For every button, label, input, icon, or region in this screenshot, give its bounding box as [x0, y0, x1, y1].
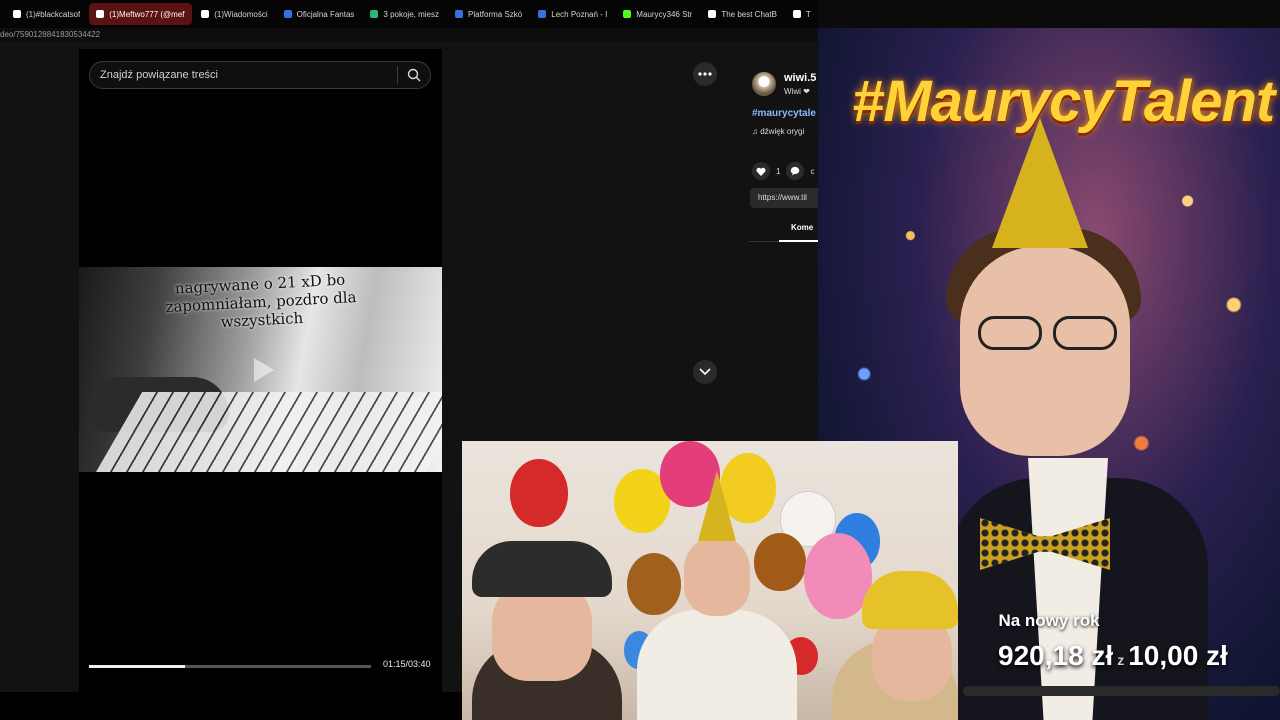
browser-tab[interactable]: 3 pokoje, miesz — [363, 3, 446, 25]
browser-tab-label: The best ChatB — [721, 9, 777, 19]
engagement-row: 1 c — [752, 162, 814, 180]
browser-tab-bar: (1)#blackcatsof (1)Meftwo777 (@meftwo7 (1)… — [0, 0, 818, 28]
donation-goal-bar — [963, 686, 1280, 696]
otodom-icon — [370, 10, 379, 18]
browser-tab[interactable]: T — [786, 3, 818, 25]
video-player[interactable]: Znajdź powiązane treści nagrywane o 21 x… — [79, 49, 442, 692]
chatgpt-icon — [708, 10, 717, 18]
tiktok-icon — [201, 10, 210, 18]
person-center-head — [684, 536, 750, 616]
browser-tab-label: Platforma Szkó — [468, 9, 523, 19]
tiktok-icon — [96, 10, 105, 18]
video-progress-bar[interactable] — [89, 665, 371, 668]
browser-tab-label: (1)Wiadomości — [214, 9, 268, 19]
kick-icon — [623, 10, 632, 18]
tab-underline — [749, 240, 818, 242]
glasses-left — [978, 316, 1042, 350]
tiktok-icon — [792, 10, 801, 18]
sound-label[interactable]: ♫ dźwięk orygi — [752, 127, 804, 136]
browser-tab[interactable]: Lech Poznań - I — [531, 3, 614, 25]
heart-icon — [756, 167, 766, 176]
video-piano-keys — [95, 392, 442, 472]
donation-current: 920,18 zł — [998, 640, 1114, 671]
video-caption: nagrywane o 21 xD bo zapomniałam, pozdro… — [165, 270, 357, 332]
comment-icon — [791, 166, 800, 176]
browser-tab-label: Maurycy346 Str — [636, 9, 693, 19]
balloon-brown-2 — [754, 533, 806, 591]
browser-tab-label: Oficjalna Fantas — [296, 9, 355, 19]
site-icon — [283, 10, 292, 18]
browser-tab[interactable]: Platforma Szkó — [448, 3, 529, 25]
more-dots-icon — [698, 72, 712, 76]
donation-goal: 10,00 zł — [1128, 640, 1228, 671]
fedora-hat — [472, 541, 612, 597]
site-icon — [455, 10, 463, 18]
browser-tab-label: T — [805, 9, 811, 19]
browser-tab-label: 3 pokoje, miesz — [383, 9, 439, 19]
balloon-red — [510, 459, 568, 527]
tab-active-indicator — [779, 240, 818, 242]
browser-tab[interactable]: (1)Meftwo777 (@meftwo7 — [89, 3, 193, 25]
next-video-button[interactable] — [693, 360, 717, 384]
url-fragment[interactable]: deo/7590128841830534422 — [0, 28, 818, 42]
balloon-brown — [627, 553, 681, 615]
browser-tab-label: (1)Meftwo777 (@meftwo7 — [109, 9, 185, 19]
author-nickname: Wiwi ❤ — [784, 87, 810, 96]
browser-tab[interactable]: The best ChatB — [701, 3, 784, 25]
more-options-button[interactable] — [693, 62, 717, 86]
glasses-right — [1053, 316, 1117, 350]
gold-hat — [862, 571, 958, 629]
tab-comments[interactable]: Kome — [791, 223, 813, 232]
share-link-field[interactable]: https://www.til — [750, 188, 818, 208]
video-frame[interactable]: nagrywane o 21 xD bo zapomniałam, pozdro… — [79, 267, 442, 472]
video-info-panel: wiwi.5 Wiwi ❤ #maurycytale ♫ dźwięk oryg… — [742, 58, 818, 258]
like-count: 1 — [776, 166, 781, 176]
donation-goal-values: 920,18 zł z 10,00 zł — [998, 640, 1228, 672]
browser-tab-label: (1)#blackcatsof — [26, 9, 81, 19]
avatar[interactable] — [752, 72, 776, 96]
author-username[interactable]: wiwi.5 — [784, 72, 816, 84]
browser-tab[interactable]: (1)Wiadomości — [194, 3, 274, 25]
party-camera — [462, 441, 958, 720]
party-hat — [992, 118, 1088, 248]
video-time: 01:15/03:40 — [383, 659, 431, 669]
play-icon[interactable] — [244, 352, 280, 388]
comment-count: c — [810, 166, 815, 176]
chevron-down-icon — [699, 368, 711, 376]
comment-button[interactable] — [786, 162, 805, 180]
donation-separator: z — [1117, 652, 1125, 668]
streamer-face — [960, 246, 1130, 456]
search-icon[interactable] — [398, 61, 430, 89]
like-button[interactable] — [752, 162, 770, 180]
browser-tab[interactable]: Oficjalna Fantas — [277, 3, 362, 25]
video-progress-fill — [89, 665, 185, 668]
browser-tab[interactable]: Maurycy346 Str — [616, 3, 699, 25]
center-party-hat — [698, 471, 736, 541]
site-icon — [538, 10, 547, 18]
search-input[interactable]: Znajdź powiązane treści — [90, 69, 397, 81]
browser-tab-label: Lech Poznań - I — [551, 9, 608, 19]
person-center-body — [637, 610, 797, 720]
browser-tab[interactable]: (1)#blackcatsof — [6, 3, 87, 25]
video-hashtag[interactable]: #maurycytale — [752, 108, 816, 119]
tiktok-icon — [13, 10, 21, 18]
related-search-bar[interactable]: Znajdź powiązane treści — [89, 61, 431, 89]
page-bottom-strip — [0, 692, 462, 720]
